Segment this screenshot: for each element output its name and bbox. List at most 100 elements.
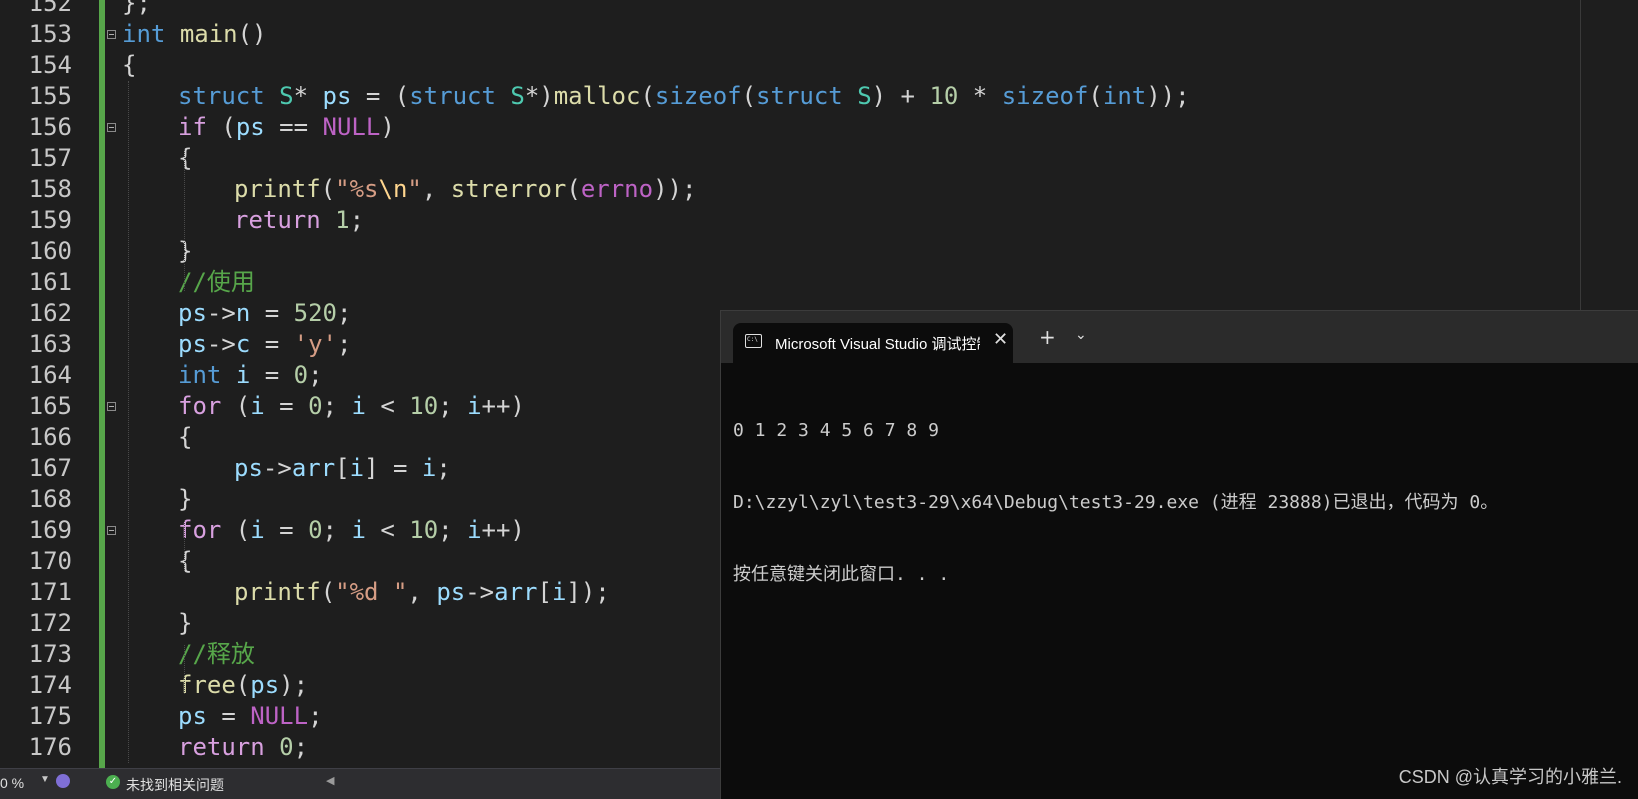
code-token: }; — [122, 0, 151, 17]
issues-status[interactable]: 未找到相关问题 — [126, 775, 224, 795]
check-circle-icon[interactable]: ✓ — [106, 775, 120, 789]
code-token: 0 — [308, 516, 323, 544]
code-cleanup-icon[interactable] — [56, 774, 70, 788]
code-line[interactable]: ps->c = 'y'; — [178, 329, 351, 360]
code-token: struct — [409, 82, 496, 110]
code-line[interactable]: ps = NULL; — [178, 701, 323, 732]
code-token: ( — [1088, 82, 1103, 110]
new-tab-button[interactable]: + — [1039, 325, 1056, 349]
line-number: 165 — [28, 392, 72, 420]
code-token: ; — [322, 516, 352, 544]
code-line[interactable]: for (i = 0; i < 10; i++) — [178, 515, 525, 546]
code-token: ( — [221, 392, 251, 420]
code-line[interactable]: struct S* ps = (struct S*)malloc(sizeof(… — [178, 81, 1190, 112]
code-token: 0 — [279, 733, 294, 761]
console-output: 0 1 2 3 4 5 6 7 8 9 D:\zzyl\zyl\test3-29… — [733, 371, 1498, 635]
code-line[interactable]: ps->arr[i] = i; — [234, 453, 451, 484]
code-token: = — [206, 702, 251, 730]
code-line[interactable]: { — [178, 422, 192, 453]
code-token: 0 — [308, 392, 323, 420]
code-line[interactable]: { — [178, 546, 192, 577]
code-token: ( — [206, 113, 236, 141]
code-token: \n — [378, 175, 408, 203]
code-line[interactable]: int i = 0; — [178, 360, 323, 391]
fold-toggle-icon[interactable] — [107, 30, 116, 39]
line-number-gutter: 152 153 154 155 156 157 158 159 160 161 162 163 164 1… — [0, 0, 80, 768]
code-line[interactable]: int main() — [122, 19, 267, 50]
code-token: ; — [349, 206, 365, 234]
code-token: { — [178, 423, 193, 451]
code-token: arr — [494, 578, 538, 606]
code-token: NULL — [322, 113, 381, 141]
scroll-left-icon[interactable]: ◀ — [326, 774, 334, 787]
code-token: ++) — [481, 516, 525, 544]
code-token: = ( — [351, 82, 410, 110]
fold-toggle-icon[interactable] — [107, 526, 116, 535]
console-tab[interactable]: C:\ Microsoft Visual Studio 调试控制台 ✕ — [733, 323, 1013, 363]
code-line[interactable]: free(ps); — [178, 670, 308, 701]
console-icon: C:\ — [745, 334, 762, 348]
console-line: D:\zzyl\zyl\test3-29\x64\Debug\test3-29.… — [733, 492, 1499, 513]
line-number: 166 — [28, 423, 72, 451]
code-token: "%d " — [335, 578, 408, 606]
code-token: ps — [234, 454, 263, 482]
code-token: i — [250, 392, 265, 420]
code-token: sizeof — [1001, 82, 1089, 110]
code-token: //释放 — [178, 640, 255, 668]
chevron-down-icon[interactable]: ⌄ — [1075, 327, 1087, 343]
code-line[interactable]: return 0; — [178, 732, 308, 763]
code-token: ; — [322, 392, 352, 420]
code-line[interactable]: printf("%d ", ps->arr[i]); — [234, 577, 610, 608]
code-token: ; — [436, 454, 451, 482]
status-bar: 0 % ▼ ✓ 未找到相关问题 ◀ — [0, 768, 720, 799]
code-token: = — [250, 361, 294, 389]
line-number: 175 — [28, 702, 72, 730]
code-token: ps — [250, 671, 280, 699]
code-line[interactable]: return 1; — [234, 205, 364, 236]
code-line[interactable]: //使用 — [178, 267, 255, 298]
code-line[interactable]: if (ps == NULL) — [178, 112, 395, 143]
code-line[interactable]: ps->n = 520; — [178, 298, 351, 329]
code-token: ps — [178, 299, 207, 327]
code-token: sizeof — [654, 82, 742, 110]
code-token: return — [178, 733, 265, 761]
code-line[interactable]: } — [178, 236, 192, 267]
code-token: ( — [235, 671, 251, 699]
code-token: ps — [322, 82, 352, 110]
code-line[interactable]: }; — [122, 0, 151, 19]
fold-toggle-icon[interactable] — [107, 402, 116, 411]
code-token: i — [467, 516, 482, 544]
fold-toggle-icon[interactable] — [107, 123, 116, 132]
indent-guide — [184, 645, 185, 694]
code-token: } — [178, 485, 193, 513]
code-token: } — [178, 609, 193, 637]
code-line[interactable]: } — [178, 484, 192, 515]
zoom-level[interactable]: 0 % — [0, 775, 24, 791]
zoom-dropdown-icon[interactable]: ▼ — [40, 774, 50, 785]
code-token: ) — [380, 113, 395, 141]
code-token: errno — [580, 175, 654, 203]
code-token: "%s — [335, 175, 379, 203]
code-token: int — [1102, 82, 1147, 110]
code-token: -> — [206, 299, 236, 327]
indent-guide — [184, 149, 185, 291]
code-token: arr — [291, 454, 336, 482]
code-line[interactable]: printf("%s\n", strerror(errno)); — [234, 174, 696, 205]
code-token: S — [510, 82, 525, 110]
code-token: ); — [279, 671, 309, 699]
code-line[interactable]: { — [178, 143, 192, 174]
code-line[interactable]: //释放 — [178, 639, 255, 670]
code-token: struct — [178, 82, 265, 110]
code-line[interactable]: for (i = 0; i < 10; i++) — [178, 391, 525, 422]
code-token: free — [178, 671, 236, 699]
code-token: ; — [438, 392, 468, 420]
code-token: ] = — [364, 454, 422, 482]
code-token: //使用 — [178, 268, 255, 296]
close-icon[interactable]: ✕ — [993, 329, 1008, 350]
debug-console-window[interactable]: C:\ Microsoft Visual Studio 调试控制台 ✕ + ⌄ … — [720, 310, 1638, 799]
code-line[interactable]: { — [122, 50, 136, 81]
code-line[interactable]: } — [178, 608, 192, 639]
